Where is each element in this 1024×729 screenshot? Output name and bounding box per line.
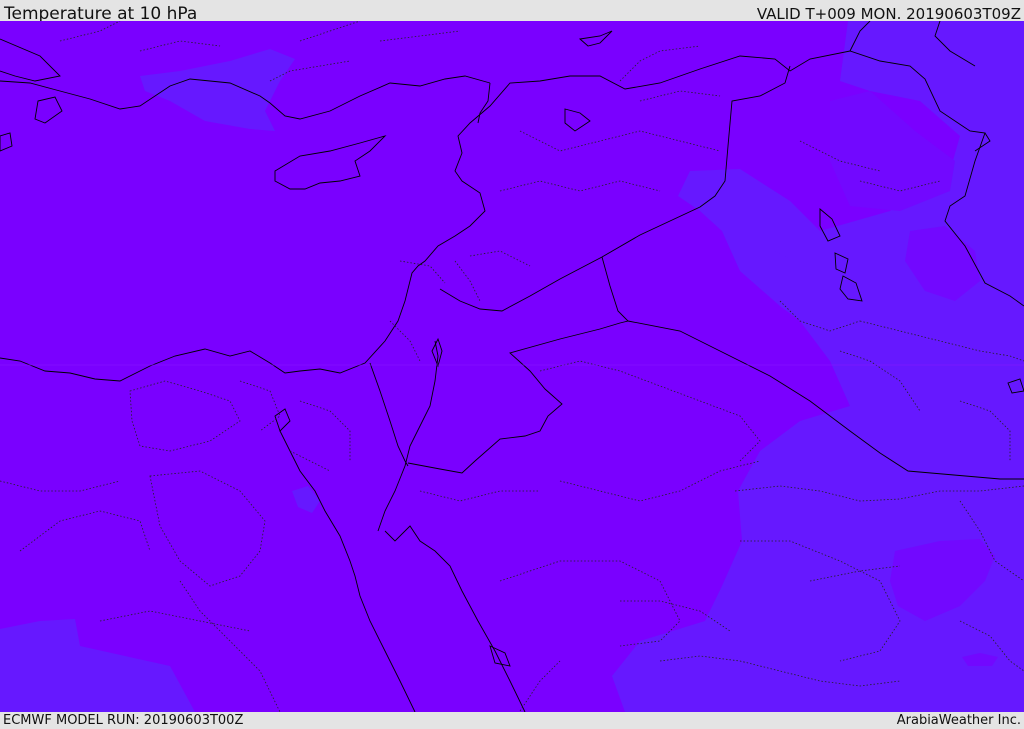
map-page: Temperature at 10 hPa VALID T+009 MON. 2… — [0, 0, 1024, 729]
map-area — [0, 21, 1024, 712]
header-bar: Temperature at 10 hPa VALID T+009 MON. 2… — [0, 0, 1024, 24]
model-run: ECMWF MODEL RUN: 20190603T00Z — [3, 713, 244, 728]
temperature-map — [0, 21, 1024, 712]
footer-bar: ECMWF MODEL RUN: 20190603T00Z ArabiaWeat… — [0, 712, 1024, 729]
credit-text: ArabiaWeather Inc. — [896, 713, 1021, 728]
